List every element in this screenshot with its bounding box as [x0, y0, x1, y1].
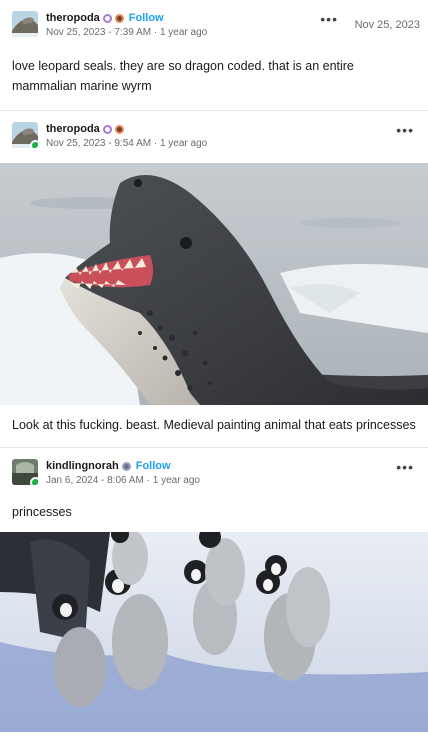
badge-icon — [114, 124, 124, 134]
post-date: Nov 25, 2023 — [354, 19, 420, 31]
author-name[interactable]: theropoda — [46, 123, 100, 135]
post-text: Look at this fucking. beast. Medieval pa… — [12, 418, 416, 432]
post-timestamp: Nov 25, 2023 - 7:39 AM · 1 year ago — [46, 27, 208, 38]
post-header: theropoda Nov 25, 2023 - 9:54 AM · 1 yea… — [0, 111, 428, 163]
post-meta: theropoda Follow Nov 25, 2023 - 7:39 AM … — [46, 11, 207, 38]
post-meta: kindlingnorah Follow Jan 6, 2024 - 8:06 … — [46, 459, 200, 486]
post-text: princesses — [12, 505, 72, 519]
online-indicator — [30, 140, 38, 148]
follow-button[interactable]: Follow — [136, 460, 171, 472]
badge-icon — [102, 13, 112, 23]
more-options-icon[interactable]: ••• — [396, 460, 414, 474]
post-timestamp: Nov 25, 2023 - 9:54 AM · 1 year ago — [46, 138, 208, 149]
author-name[interactable]: kindlingnorah — [46, 460, 119, 472]
post-header: kindlingnorah Follow Jan 6, 2024 - 8:06 … — [0, 448, 428, 498]
post-header: theropoda Follow Nov 25, 2023 - 7:39 AM … — [0, 0, 428, 44]
post-meta: theropoda Nov 25, 2023 - 9:54 AM · 1 yea… — [46, 122, 207, 149]
penguin-chicks-photo — [0, 532, 428, 732]
badge-icon — [102, 124, 112, 134]
more-options-icon[interactable]: ••• — [396, 123, 414, 137]
post-2: theropoda Nov 25, 2023 - 9:54 AM · 1 yea… — [0, 111, 428, 448]
leopard-seal-image[interactable] — [0, 163, 428, 405]
avatar[interactable] — [12, 122, 38, 148]
post-3: kindlingnorah Follow Jan 6, 2024 - 8:06 … — [0, 448, 428, 732]
seal-avatar-icon — [12, 11, 38, 37]
badge-icon — [114, 13, 124, 23]
post-text: love leopard seals. they are so dragon c… — [12, 59, 354, 93]
post-1: theropoda Follow Nov 25, 2023 - 7:39 AM … — [0, 0, 428, 111]
avatar[interactable] — [12, 459, 38, 485]
follow-button[interactable]: Follow — [129, 12, 164, 24]
penguin-chicks-image[interactable] — [0, 532, 428, 732]
avatar[interactable] — [12, 11, 38, 37]
author-name[interactable]: theropoda — [46, 12, 100, 24]
more-options-icon[interactable]: ••• — [320, 12, 338, 26]
post-timestamp: Jan 6, 2024 - 8:06 AM · 1 year ago — [46, 475, 200, 486]
leopard-seal-photo — [0, 163, 428, 405]
badge-icon — [121, 461, 131, 471]
online-indicator — [30, 477, 38, 485]
